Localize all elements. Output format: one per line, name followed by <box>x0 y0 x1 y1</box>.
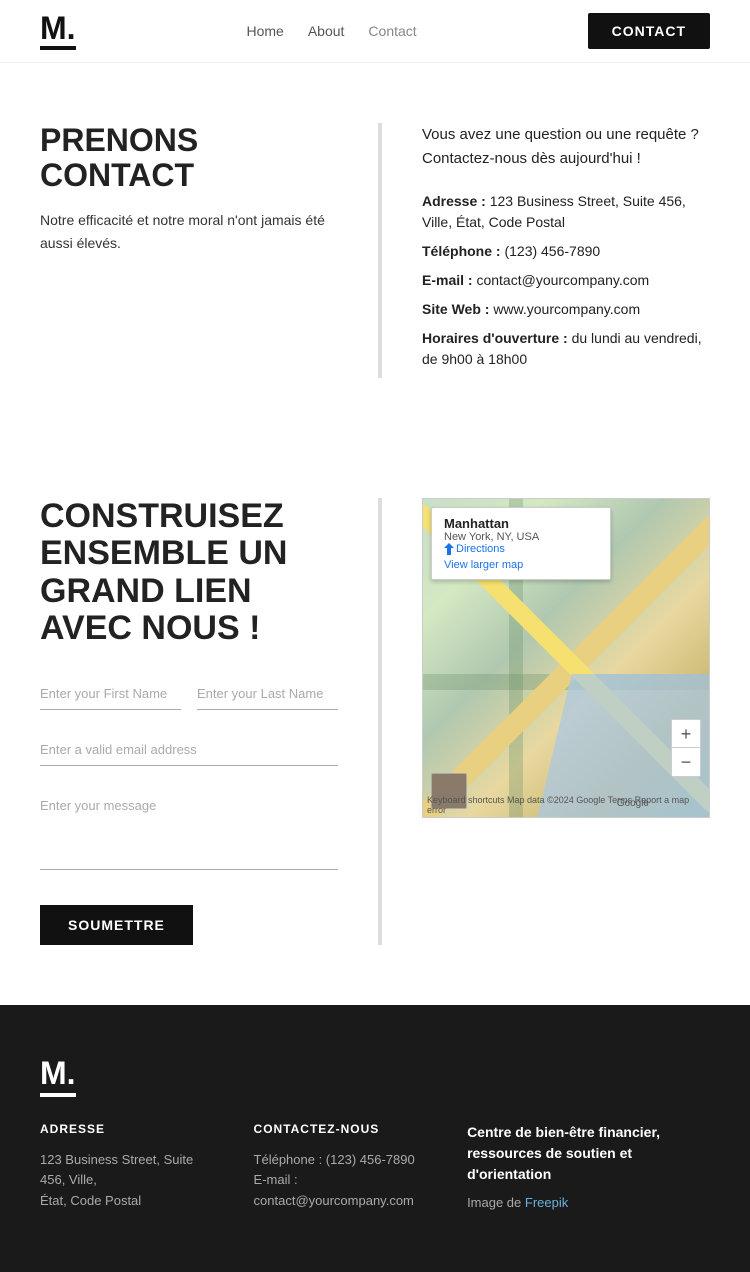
map-right: Manhattan New York, NY, USA Directions V… <box>382 498 710 945</box>
address-row: Adresse : 123 Business Street, Suite 456… <box>422 191 710 233</box>
map-info-text: Manhattan New York, NY, USA Directions V… <box>444 516 539 571</box>
message-group <box>40 790 338 873</box>
address-label: Adresse : <box>422 193 486 209</box>
directions-icon <box>444 543 454 555</box>
map-directions-link[interactable]: Directions <box>444 543 539 555</box>
footer-contact-title: CONTACTEZ-NOUS <box>254 1122 428 1136</box>
footer-center-title: Centre de bien-être financier, ressource… <box>467 1122 710 1185</box>
last-name-group <box>197 678 338 710</box>
contact-info-left: PRENONS CONTACT Notre efficacité et notr… <box>40 123 380 378</box>
email-group <box>40 734 338 766</box>
website-label: Site Web : <box>422 301 489 317</box>
hours-row: Horaires d'ouverture : du lundi au vendr… <box>422 328 710 370</box>
view-larger-map-link[interactable]: View larger map <box>444 559 539 571</box>
zoom-out-button[interactable]: − <box>672 748 700 776</box>
header: M. Home About Contact CONTACT <box>0 0 750 63</box>
submit-button[interactable]: SOUMETTRE <box>40 905 193 945</box>
footer-right-col: Centre de bien-être financier, ressource… <box>467 1122 710 1212</box>
email-value: contact@yourcompany.com <box>476 272 649 288</box>
footer: M. ADRESSE 123 Business Street, Suite 45… <box>0 1005 750 1272</box>
phone-value: (123) 456-7890 <box>504 243 600 259</box>
form-map-section: CONSTRUISEZ ENSEMBLE UN GRAND LIEN AVEC … <box>0 438 750 1005</box>
logo: M. <box>40 12 76 50</box>
footer-email-text: E-mail : contact@yourcompany.com <box>254 1170 428 1212</box>
form-left: CONSTRUISEZ ENSEMBLE UN GRAND LIEN AVEC … <box>40 498 380 945</box>
phone-row: Téléphone : (123) 456-7890 <box>422 241 710 262</box>
nav-about[interactable]: About <box>308 23 345 39</box>
first-name-input[interactable] <box>40 678 181 710</box>
website-row: Site Web : www.yourcompany.com <box>422 299 710 320</box>
freepik-link[interactable]: Freepik <box>525 1195 568 1210</box>
footer-columns: ADRESSE 123 Business Street, Suite 456, … <box>40 1122 710 1212</box>
website-value: www.yourcompany.com <box>493 301 640 317</box>
last-name-input[interactable] <box>197 678 338 710</box>
construisez-title: CONSTRUISEZ ENSEMBLE UN GRAND LIEN AVEC … <box>40 498 338 648</box>
footer-phone-text: Téléphone : (123) 456-7890 <box>254 1150 428 1171</box>
footer-address-title: ADRESSE <box>40 1122 214 1136</box>
phone-label: Téléphone : <box>422 243 501 259</box>
footer-address-col: ADRESSE 123 Business Street, Suite 456, … <box>40 1122 214 1212</box>
name-row <box>40 678 338 710</box>
email-label: E-mail : <box>422 272 473 288</box>
map-info-box: Manhattan New York, NY, USA Directions V… <box>431 507 611 580</box>
footer-address-text: 123 Business Street, Suite 456, Ville, É… <box>40 1150 214 1212</box>
email-row: E-mail : contact@yourcompany.com <box>422 270 710 291</box>
nav-home[interactable]: Home <box>246 23 283 39</box>
contact-info-section: PRENONS CONTACT Notre efficacité et notr… <box>0 63 750 438</box>
intro-text: Vous avez une question ou une requête ? … <box>422 123 710 171</box>
email-input[interactable] <box>40 734 338 766</box>
zoom-in-button[interactable]: + <box>672 720 700 748</box>
prenons-title: PRENONS CONTACT <box>40 123 338 193</box>
map-zoom-controls: + − <box>671 719 701 777</box>
prenons-description: Notre efficacité et notre moral n'ont ja… <box>40 209 338 254</box>
contact-info-right: Vous avez une question ou une requête ? … <box>382 123 710 378</box>
first-name-group <box>40 678 181 710</box>
map-place-name: Manhattan <box>444 516 539 531</box>
footer-credit: Image de Freepik <box>467 1195 710 1210</box>
hours-label: Horaires d'ouverture : <box>422 330 568 346</box>
map-attribution: Keyboard shortcuts Map data ©2024 Google… <box>427 795 709 815</box>
map-container[interactable]: Manhattan New York, NY, USA Directions V… <box>422 498 710 818</box>
main-nav: Home About Contact <box>246 23 416 39</box>
contact-form: SOUMETTRE <box>40 678 338 945</box>
nav-contact[interactable]: Contact <box>368 23 416 39</box>
message-textarea[interactable] <box>40 790 338 870</box>
footer-logo: M. <box>40 1055 710 1092</box>
map-place-location: New York, NY, USA <box>444 531 539 543</box>
footer-contact-col: CONTACTEZ-NOUS Téléphone : (123) 456-789… <box>254 1122 428 1212</box>
contact-button[interactable]: CONTACT <box>588 13 710 49</box>
